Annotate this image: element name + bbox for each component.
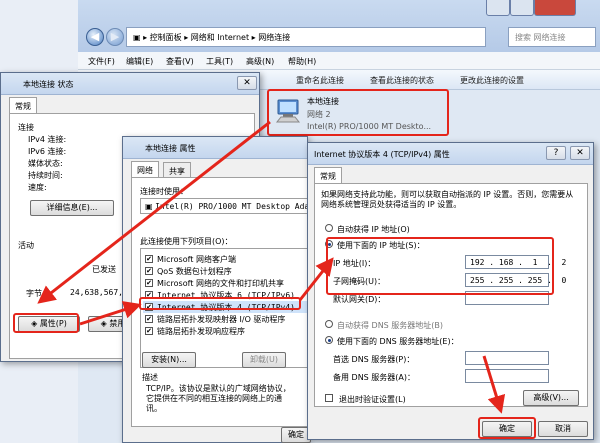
arrow-to-ipv4-item — [79, 301, 142, 326]
arrow-to-properties — [37, 120, 271, 304]
arrow-to-ok — [482, 355, 506, 414]
arrow-to-ip-settings — [298, 257, 334, 301]
annotation-arrows — [37, 120, 506, 414]
